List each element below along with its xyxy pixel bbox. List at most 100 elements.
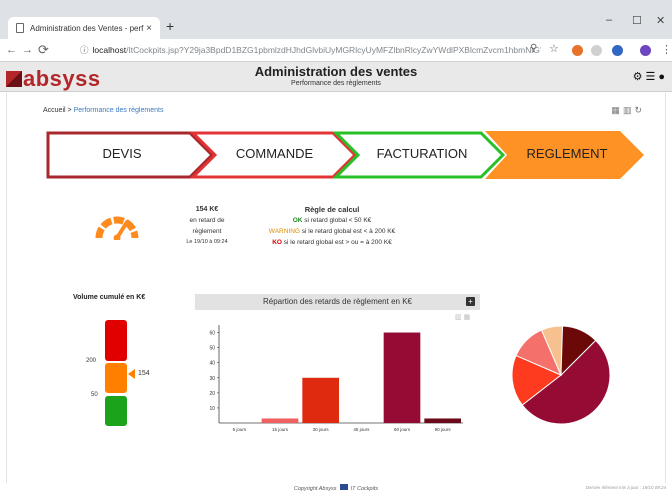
page-title: Administration des ventes — [254, 64, 418, 79]
page-actions: ▦▥↻ — [611, 105, 645, 116]
gauge-zone-orange — [105, 363, 127, 393]
rules-title: Règle de calcul — [304, 205, 360, 214]
address-bar[interactable]: ⓘ localhost /ItCockpits.jsp?Y29ja3BpdD1B… — [76, 42, 541, 58]
volume-marker-icon — [128, 369, 135, 379]
footer: Copyright Absyss IT Cockpits Dernier élé… — [0, 483, 672, 493]
y-tick-label: 50 — [209, 346, 215, 352]
speedometer-icon — [95, 216, 139, 240]
tab-close-button[interactable]: × — [146, 23, 152, 34]
rule-warning-key: WARNING — [268, 228, 300, 235]
late-payments-bar-chart: 10 20 30 40 50 60 5 jours 15 jours 30 jours 45 jo… — [209, 325, 463, 432]
volume-current: 154 — [138, 370, 150, 377]
chart-icon[interactable]: ▥ — [623, 105, 635, 115]
rule-ko-text: si le retard global est > ou = à 200 K€ — [281, 239, 392, 246]
expand-plus-button[interactable]: + — [466, 297, 475, 306]
tab-title: Administration des Ventes - perf — [30, 23, 144, 33]
header-actions: ⚙☰● — [633, 70, 668, 83]
x-tick-label: 15 jours — [272, 427, 289, 432]
volume-tick-50: 50 — [91, 392, 98, 398]
table-icon[interactable]: ▦ — [464, 314, 473, 321]
browser-tab[interactable]: Administration des Ventes - perf × — [8, 17, 160, 39]
last-update: Dernier élément mis à jour : 19/10 09:24 — [585, 485, 666, 490]
y-tick-label: 20 — [209, 391, 215, 397]
step-facturation[interactable]: FACTURATION — [352, 130, 492, 178]
y-tick-label: 10 — [209, 406, 215, 412]
window-close-button[interactable]: ✕ — [656, 14, 665, 27]
rule-ok-key: OK — [292, 217, 303, 224]
forward-icon[interactable]: → — [22, 44, 33, 56]
breadcrumb-home[interactable]: Accueil — [43, 107, 66, 114]
menu-icon[interactable]: ⋮ — [661, 43, 672, 56]
late-payments-pie-chart — [511, 325, 611, 425]
breadcrumb: Accueil > Performance des règlements — [43, 107, 163, 114]
user-icon[interactable]: ● — [658, 71, 668, 83]
reload-icon[interactable]: ⟳ — [38, 42, 49, 58]
chart-toolbar: ▥▦ — [455, 313, 472, 321]
chart-panel-header: Répartion des retards de règlement en K€… — [195, 294, 480, 310]
kpi-line-2: règlement — [192, 228, 222, 235]
x-tick-label: 45 jours — [353, 427, 370, 432]
gauge-zone-red — [105, 320, 127, 361]
rule-ok-text: si retard global < 50 K€ — [302, 217, 372, 224]
browser-toolbar: ← → ⟳ ⓘ localhost /ItCockpits.jsp?Y29ja3… — [0, 39, 672, 62]
rule-warning: WARNING si le retard global est < à 200 … — [252, 226, 412, 237]
breadcrumb-separator: > — [65, 107, 74, 114]
breadcrumb-current[interactable]: Performance des règlements — [74, 107, 164, 114]
new-tab-button[interactable]: + — [166, 18, 174, 34]
step-label: DEVIS — [102, 146, 142, 161]
extension-icon[interactable] — [591, 45, 602, 56]
minimize-button[interactable]: – — [606, 14, 612, 26]
volume-title: Volume cumulé en K€ — [73, 294, 146, 301]
bar[interactable] — [261, 418, 299, 423]
itcockpits-logo-icon — [339, 484, 348, 490]
list-icon[interactable]: ☰ — [645, 71, 658, 83]
main-content: Accueil > Performance des règlements ▦▥↻… — [6, 93, 666, 483]
step-reglement[interactable]: REGLEMENT — [502, 130, 632, 178]
calculation-rules: Règle de calcul OK si retard global < 50… — [252, 204, 412, 248]
extension-icon[interactable] — [572, 45, 583, 56]
back-icon[interactable]: ← — [6, 44, 17, 56]
rule-ko-key: KO — [272, 239, 282, 246]
step-commande[interactable]: COMMANDE — [207, 130, 342, 178]
x-tick-label: 5 jours — [233, 427, 247, 432]
bar[interactable] — [383, 332, 421, 423]
extension-icon[interactable] — [612, 45, 623, 56]
volume-tick-200: 200 — [86, 358, 97, 364]
copyright-text: Copyright Absyss — [293, 486, 337, 492]
footer-copyright: Copyright Absyss IT Cockpits — [0, 484, 672, 492]
y-tick-label: 30 — [209, 376, 215, 382]
step-label: REGLEMENT — [526, 146, 608, 161]
document-icon — [16, 23, 24, 33]
y-tick-label: 60 — [209, 331, 215, 337]
maximize-button[interactable]: ☐ — [632, 14, 642, 27]
bar[interactable] — [302, 377, 339, 423]
bar-chart-icon[interactable]: ▥ — [455, 314, 464, 321]
kpi-date: Le 19/10 à 09:24 — [186, 239, 228, 245]
info-icon[interactable]: ⓘ — [80, 44, 89, 56]
calendar-icon[interactable]: ▦ — [611, 105, 623, 115]
x-tick-label: 60 jours — [394, 427, 411, 432]
url-host: localhost — [92, 45, 127, 55]
bookmark-star-icon[interactable]: ☆ — [549, 42, 559, 55]
profile-icon[interactable] — [640, 45, 651, 56]
app-header: absyss Administration des ventes Perform… — [0, 62, 672, 92]
gear-icon[interactable]: ⚙ — [633, 71, 646, 83]
url-path: /ItCockpits.jsp?Y29ja3BpdD1BZG1pbmlzdHJh… — [126, 45, 541, 55]
x-tick-label: 90 jours — [435, 427, 452, 432]
x-tick-label: 30 jours — [313, 427, 330, 432]
zoom-icon[interactable]: ⚲ — [530, 43, 537, 54]
kpi-value: 154 K€ — [195, 206, 219, 213]
product-name: IT Cockpits — [350, 486, 379, 492]
step-label: COMMANDE — [235, 146, 314, 161]
step-devis[interactable]: DEVIS — [47, 130, 197, 178]
page-subtitle: Performance des règlements — [291, 80, 381, 87]
late-payment-kpi: 154 K€ en retard de règlement Le 19/10 à… — [172, 204, 242, 248]
refresh-icon[interactable]: ↻ — [634, 105, 645, 115]
step-label: FACTURATION — [376, 146, 468, 161]
kpi-line-1: en retard de — [189, 217, 225, 224]
gauge-zone-green — [105, 396, 127, 426]
rule-warning-text: si le retard global est < à 200 K€ — [299, 228, 396, 235]
rule-ok: OK si retard global < 50 K€ — [252, 215, 412, 226]
chart-panel-title: Répartion des retards de règlement en K€ — [263, 297, 412, 306]
bar[interactable] — [424, 418, 461, 423]
